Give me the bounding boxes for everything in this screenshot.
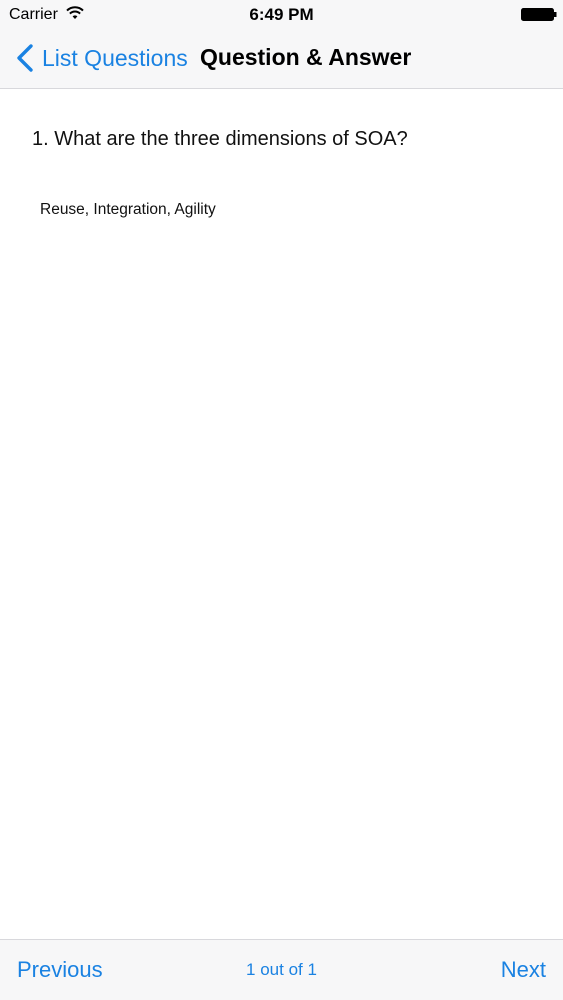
answer-text: Reuse, Integration, Agility [40,201,216,218]
status-bar: Carrier 6:49 PM [0,0,563,30]
question-text: 1. What are the three dimensions of SOA? [32,128,408,150]
top-bar: Carrier 6:49 PM List Questions Question … [0,0,563,89]
chevron-left-icon [17,44,33,72]
next-button[interactable]: Next [501,957,546,983]
app-screen: Carrier 6:49 PM List Questions Question … [0,0,563,1000]
bottom-toolbar: Previous 1 out of 1 Next [0,939,563,1000]
page-counter: 1 out of 1 [246,960,317,979]
battery-full-icon [521,8,557,21]
back-button[interactable]: List Questions [14,42,188,74]
back-button-label: List Questions [42,44,188,71]
navigation-bar: List Questions Question & Answer [0,30,563,88]
page-title: Question & Answer [200,44,412,70]
question-answer-content: 1. What are the three dimensions of SOA?… [0,89,563,939]
status-time: 6:49 PM [249,5,314,24]
